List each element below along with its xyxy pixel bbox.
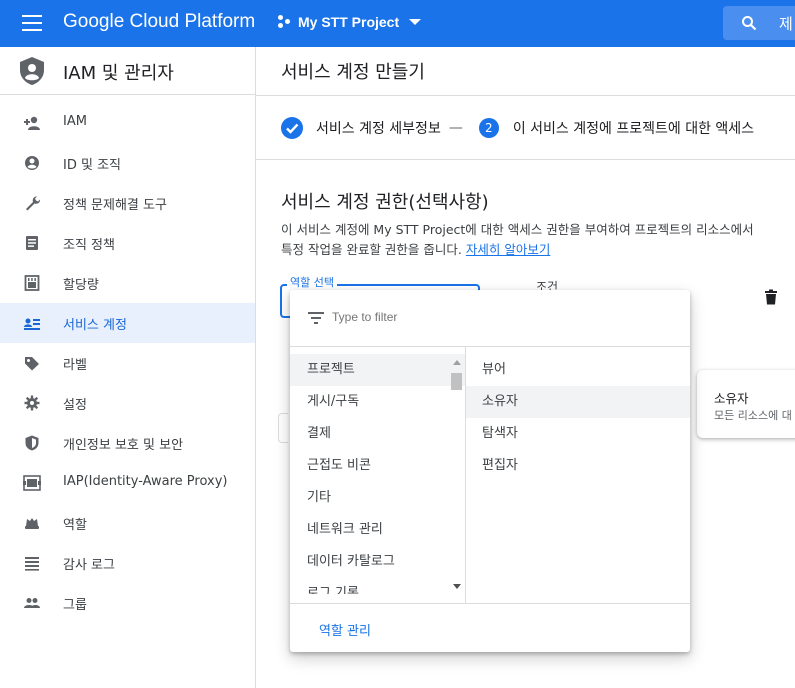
sidebar-header: IAM 및 관리자: [0, 47, 255, 95]
filter-icon: [308, 312, 324, 324]
sidebar-item-label: IAP(Identity-Aware Proxy): [63, 474, 228, 489]
role-item[interactable]: 소유자: [466, 386, 690, 418]
search-icon: [742, 16, 757, 31]
sidebar-item-quotas[interactable]: 할당량: [0, 263, 255, 303]
category-item[interactable]: 데이터 카탈로그: [290, 546, 466, 578]
sidebar-item-iap[interactable]: IAP(Identity-Aware Proxy): [0, 463, 255, 503]
service-account-icon: [24, 318, 40, 330]
filter-row: [290, 290, 690, 347]
category-item[interactable]: 프로젝트: [290, 354, 466, 386]
scroll-thumb[interactable]: [451, 373, 462, 390]
role-picker-dropdown: 프로젝트 게시/구독 결제 근접도 비콘 기타 네트워크 관리 데이터 카탈로그…: [290, 290, 690, 652]
learn-more-link[interactable]: 자세히 알아보기: [466, 242, 550, 257]
filter-input[interactable]: [332, 310, 632, 324]
menu-icon[interactable]: [22, 15, 42, 31]
trash-icon[interactable]: [764, 289, 778, 305]
sidebar-item-roles[interactable]: 역할: [0, 503, 255, 543]
step2-number: 2: [478, 118, 499, 138]
section-desc-line2: 특정 작업을 완료할 권한을 줍니다.: [281, 242, 462, 257]
project-name: My STT Project: [298, 14, 400, 30]
sidebar-item-label: IAM: [63, 114, 87, 129]
sidebar-item-labels[interactable]: 라벨: [0, 343, 255, 383]
iap-icon: [23, 475, 41, 491]
article-icon: [26, 236, 38, 250]
sidebar-item-label: 라벨: [63, 358, 87, 373]
account-circle-icon: [25, 156, 39, 170]
category-item[interactable]: 로그 기록: [290, 578, 466, 594]
sidebar-item-label: 정책 문제해결 도구: [63, 198, 167, 213]
sidebar-item-label: 개인정보 보호 및 보안: [63, 438, 184, 453]
top-app-bar: Google Cloud Platform My STT Project 제: [0, 0, 795, 47]
role-item[interactable]: 뷰어: [466, 354, 690, 386]
sidebar: IAM 및 관리자 IAM ID 및 조직 정책 문제해결 도구 조직 정책 할…: [0, 47, 256, 688]
role-tooltip-card: 소유자 모든 리소스에 대: [697, 370, 795, 438]
project-hex-icon: [278, 15, 292, 29]
scroll-up-arrow-icon[interactable]: [453, 360, 461, 365]
gear-icon: [24, 395, 40, 411]
sidebar-item-label: ID 및 조직: [63, 158, 121, 173]
sidebar-item-audit-logs[interactable]: 감사 로그: [0, 543, 255, 583]
role-item[interactable]: 탐색자: [466, 418, 690, 450]
section-description: 이 서비스 계정에 My STT Project에 대한 액세스 권한을 부여하…: [281, 220, 795, 260]
section-desc-line1: 이 서비스 계정에 My STT Project에 대한 액세스 권한을 부여하…: [281, 222, 754, 237]
step-separator: —: [448, 120, 463, 136]
sidebar-item-label: 감사 로그: [63, 558, 115, 573]
check-circle-icon: [281, 117, 303, 139]
dropdown-footer: 역할 관리: [290, 603, 690, 652]
hat-icon: [25, 518, 39, 529]
category-item[interactable]: 네트워크 관리: [290, 514, 466, 546]
tooltip-role-desc: 모든 리소스에 대: [714, 409, 792, 422]
sidebar-item-identity[interactable]: ID 및 조직: [0, 143, 255, 183]
manage-roles-link[interactable]: 역할 관리: [319, 620, 371, 639]
sidebar-title: IAM 및 관리자: [63, 63, 174, 84]
tooltip-role-title: 소유자: [714, 391, 749, 406]
sidebar-item-label: 그룹: [63, 598, 87, 613]
category-item[interactable]: 게시/구독: [290, 386, 466, 418]
brand-logo-text[interactable]: Google Cloud Platform: [63, 11, 255, 33]
person-add-icon: [24, 116, 40, 130]
category-item[interactable]: 근접도 비콘: [290, 450, 466, 482]
category-scrollbar[interactable]: [450, 358, 463, 594]
chevron-down-icon: [409, 19, 422, 25]
sidebar-item-label: 서비스 계정: [63, 318, 127, 333]
step2-label: 이 서비스 계정에 프로젝트에 대한 액세스: [512, 121, 755, 137]
iam-shield-icon: [20, 57, 44, 85]
page-title: 서비스 계정 만들기: [281, 62, 425, 83]
role-select-label: 역할 선택: [287, 274, 337, 290]
search-placeholder: 제: [779, 15, 793, 33]
role-list: 뷰어 소유자 탐색자 편집자: [466, 354, 690, 482]
security-shield-icon: [25, 435, 39, 451]
sidebar-item-label: 역할: [63, 518, 87, 533]
divider: [256, 95, 795, 96]
sidebar-item-service-accounts[interactable]: 서비스 계정: [0, 303, 255, 343]
section-title: 서비스 계정 권한(선택사항): [281, 192, 489, 213]
search-input[interactable]: 제: [723, 6, 795, 40]
sidebar-item-label: 조직 정책: [63, 238, 115, 253]
wrench-icon: [26, 196, 41, 211]
category-list: 프로젝트 게시/구독 결제 근접도 비콘 기타 네트워크 관리 데이터 카탈로그…: [290, 354, 466, 594]
scroll-down-arrow-icon[interactable]: [453, 584, 461, 589]
role-item[interactable]: 편집자: [466, 450, 690, 482]
category-item[interactable]: 기타: [290, 482, 466, 514]
group-icon: [24, 598, 40, 608]
quota-icon: [24, 275, 40, 291]
sidebar-item-iam[interactable]: IAM: [0, 103, 255, 143]
divider: [256, 159, 795, 160]
project-selector[interactable]: My STT Project: [278, 14, 422, 30]
step1-label[interactable]: 서비스 계정 세부정보: [316, 118, 441, 138]
sidebar-item-groups[interactable]: 그룹: [0, 583, 255, 623]
stepper: 서비스 계정 세부정보 — 2 이 서비스 계정에 프로젝트에 대한 액세스: [281, 117, 754, 139]
sidebar-item-label: 설정: [63, 398, 87, 413]
sidebar-item-privacy-security[interactable]: 개인정보 보호 및 보안: [0, 423, 255, 463]
underlying-card-edge: [278, 413, 288, 443]
label-tag-icon: [25, 357, 39, 371]
sidebar-item-policy-troubleshooter[interactable]: 정책 문제해결 도구: [0, 183, 255, 223]
list-icon: [25, 557, 39, 571]
sidebar-item-label: 할당량: [63, 278, 99, 293]
category-item[interactable]: 결제: [290, 418, 466, 450]
sidebar-item-org-policies[interactable]: 조직 정책: [0, 223, 255, 263]
sidebar-item-settings[interactable]: 설정: [0, 383, 255, 423]
